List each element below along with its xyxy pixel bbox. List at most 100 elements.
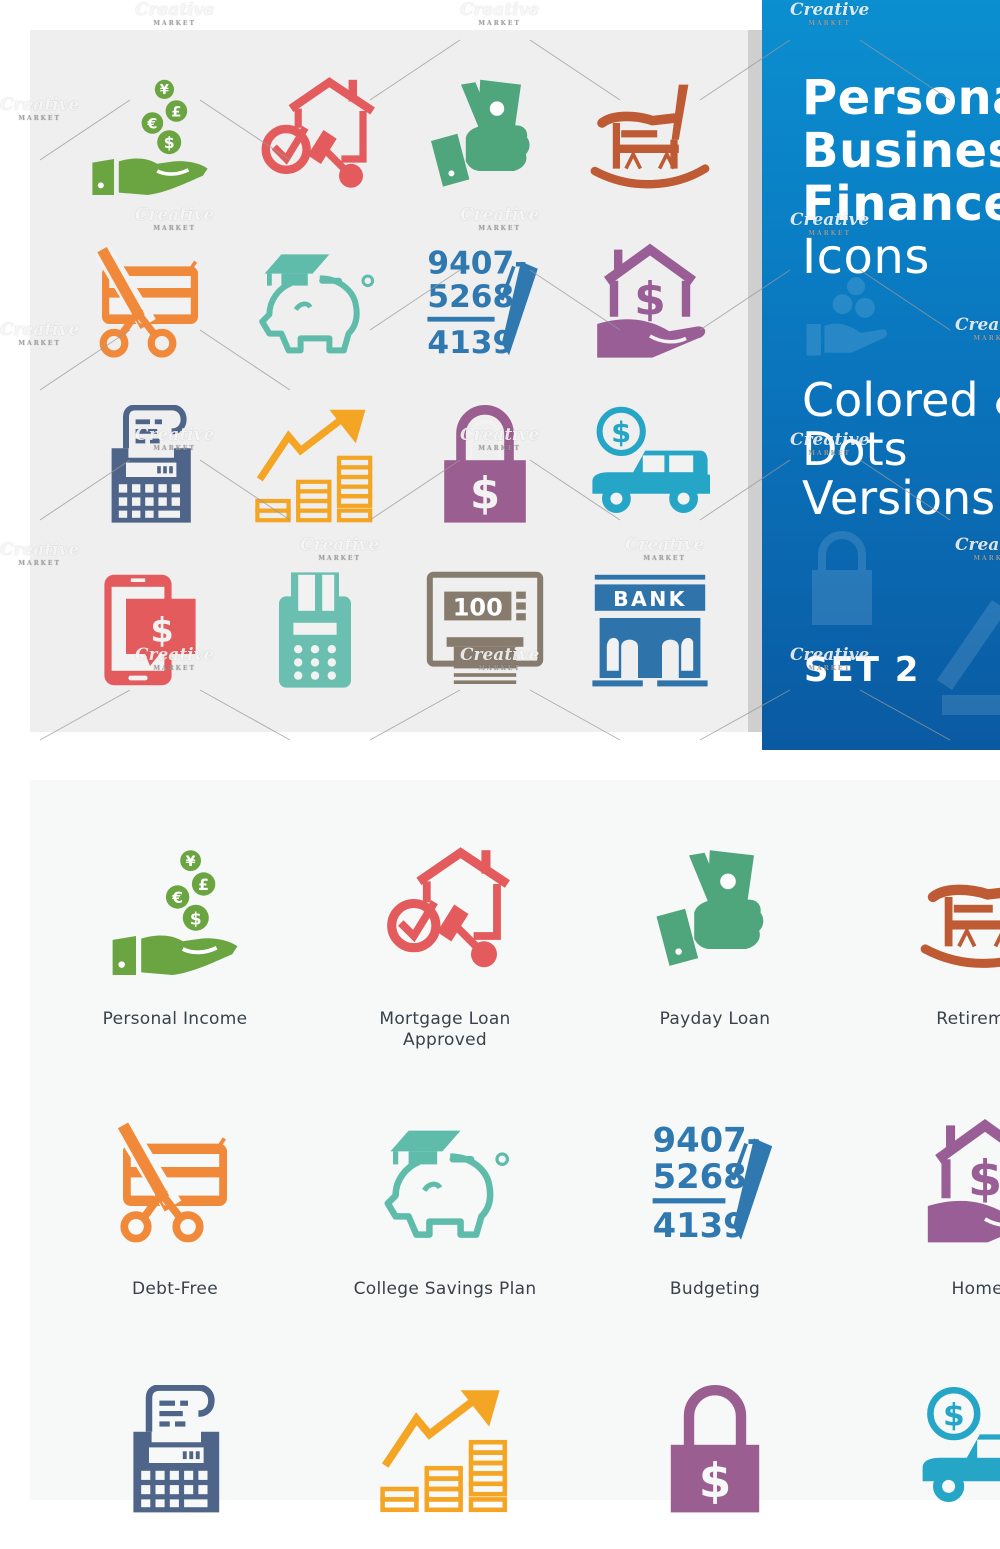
ghost-growth-icon <box>937 600 1000 715</box>
college-savings-plan-icon <box>384 1130 510 1238</box>
payday-loan-icon <box>431 79 530 187</box>
watermark-logo: CreativeMARKET <box>790 0 870 27</box>
watermark-logo: CreativeMARKET <box>955 535 1000 562</box>
icon-item-secure-money: $ <box>595 1385 835 1549</box>
card-terminal-icon <box>279 572 351 688</box>
preview-panel-shadow <box>748 30 762 732</box>
icon-label: Debt-Free <box>132 1279 218 1299</box>
watermark-logo: CreativeMARKET <box>460 425 540 452</box>
cash-register-icon <box>111 404 191 523</box>
secure-money-icon: $ <box>670 1385 760 1513</box>
preview-mortgage-loan-approved <box>255 75 375 195</box>
icon-item-college-savings-plan: College Savings Plan <box>325 1115 565 1300</box>
svg-text:¥: ¥ <box>186 854 196 870</box>
icon-item-cash-register <box>55 1385 295 1549</box>
car-loan-icon: $ <box>592 406 710 513</box>
watermark-logo: CreativeMARKET <box>460 0 540 27</box>
watermark-logo: CreativeMARKET <box>955 315 1000 342</box>
preview-atm: 100 <box>425 570 545 690</box>
watermark-logo: CreativeMARKET <box>790 430 870 457</box>
icon-label: Retirement <box>936 1009 1000 1029</box>
svg-text:£: £ <box>198 876 209 894</box>
watermark-logo: CreativeMARKET <box>0 320 80 347</box>
home-loan-icon: $ <box>927 1118 1000 1243</box>
personal-income-icon: ¥ £ € $ <box>92 79 208 199</box>
svg-text:$: $ <box>164 134 175 152</box>
icon-label: Home L <box>951 1279 1000 1299</box>
budgeting-icon: 9407- 5268 4139 <box>427 246 538 361</box>
bank-icon: BANK <box>592 574 708 687</box>
watermark-logo: CreativeMARKET <box>0 540 80 567</box>
svg-text:$: $ <box>943 1397 965 1433</box>
preview-budgeting: 9407- 5268 4139 <box>425 240 545 361</box>
svg-text:$: $ <box>634 272 666 325</box>
preview-cash-register <box>90 404 210 525</box>
watermark-logo: CreativeMARKET <box>790 210 870 237</box>
svg-text:$: $ <box>470 469 500 519</box>
svg-text:$: $ <box>190 908 202 928</box>
secure-money-icon: $ <box>444 405 526 523</box>
promo-title: Personal Business Finance Icons <box>802 72 1000 284</box>
icon-item-car-loan: $ <box>865 1385 1000 1549</box>
svg-text:€: € <box>171 889 183 907</box>
watermark-logo: CreativeMARKET <box>135 0 215 27</box>
svg-text:4139: 4139 <box>653 1206 747 1245</box>
svg-text:£: £ <box>171 104 181 120</box>
budgeting-icon: 9407- 5268 4139 <box>652 1120 773 1245</box>
preview-college-savings-plan <box>255 240 375 360</box>
icon-item-debt-free: Debt-Free <box>55 1115 295 1300</box>
ghost-lock-icon <box>812 531 872 625</box>
retirement-icon <box>920 884 1000 968</box>
debt-free-icon <box>114 1119 227 1243</box>
svg-text:$: $ <box>699 1455 732 1509</box>
icon-item-payday-loan: Payday Loan <box>595 845 835 1030</box>
preview-retirement <box>590 75 710 195</box>
mortgage-loan-approved-icon <box>261 77 375 188</box>
promo-title-line-2: Business <box>802 123 1000 179</box>
watermark-logo: CreativeMARKET <box>460 645 540 672</box>
icon-item-growth-coins <box>325 1385 565 1549</box>
promo-title-line-1: Personal <box>802 70 1000 126</box>
preview-debt-free <box>90 240 210 360</box>
watermark-logo: CreativeMARKET <box>460 205 540 232</box>
preview-bank: BANK <box>590 570 710 690</box>
watermark-logo: CreativeMARKET <box>0 95 80 122</box>
watermark-logo: CreativeMARKET <box>135 425 215 452</box>
mortgage-loan-approved-icon <box>387 847 510 968</box>
watermark-logo: CreativeMARKET <box>625 535 705 562</box>
svg-text:€: € <box>146 116 157 132</box>
watermark-logo: CreativeMARKET <box>135 645 215 672</box>
preview-secure-money: $ <box>425 405 545 525</box>
watermark-logo: CreativeMARKET <box>300 535 380 562</box>
svg-text:$: $ <box>968 1150 1000 1208</box>
personal-income-icon: ¥ £ € $ <box>112 850 238 975</box>
growth-coins-icon <box>255 409 373 523</box>
car-loan-icon: $ <box>922 1386 1000 1502</box>
cash-register-icon <box>133 1385 220 1513</box>
preview-payday-loan <box>425 75 545 195</box>
svg-text:4139: 4139 <box>427 325 514 360</box>
icon-label: College Savings Plan <box>353 1279 537 1299</box>
atm-icon: 100 <box>426 571 544 684</box>
retirement-icon <box>590 84 710 189</box>
icon-item-home-loan: $ Home L <box>865 1115 1000 1300</box>
svg-text:BANK: BANK <box>613 587 687 611</box>
preview-home-loan: $ <box>590 240 710 360</box>
icon-label: Payday Loan <box>659 1009 771 1029</box>
svg-text:100: 100 <box>453 594 503 622</box>
debt-free-icon <box>93 244 198 358</box>
payday-loan-icon <box>656 850 764 966</box>
promo-subtitle-line-3: Versions <box>802 471 996 525</box>
preview-growth-coins <box>255 405 375 525</box>
preview-card-terminal <box>255 570 375 690</box>
mobile-payment-icon: $ <box>104 574 196 686</box>
svg-text:$: $ <box>611 415 631 449</box>
promo-title-suffix: Icons <box>802 229 930 285</box>
icon-item-budgeting: 9407- 5268 4139 Budgeting <box>595 1115 835 1300</box>
icon-label: Personal Income <box>102 1009 248 1029</box>
icon-item-retirement: Retirement <box>865 845 1000 1030</box>
college-savings-plan-icon <box>259 254 375 354</box>
preview-car-loan: $ <box>590 405 710 525</box>
icon-item-mortgage-loan-approved: Mortgage Loan Approved <box>325 845 565 1051</box>
watermark-logo: CreativeMARKET <box>135 205 215 232</box>
